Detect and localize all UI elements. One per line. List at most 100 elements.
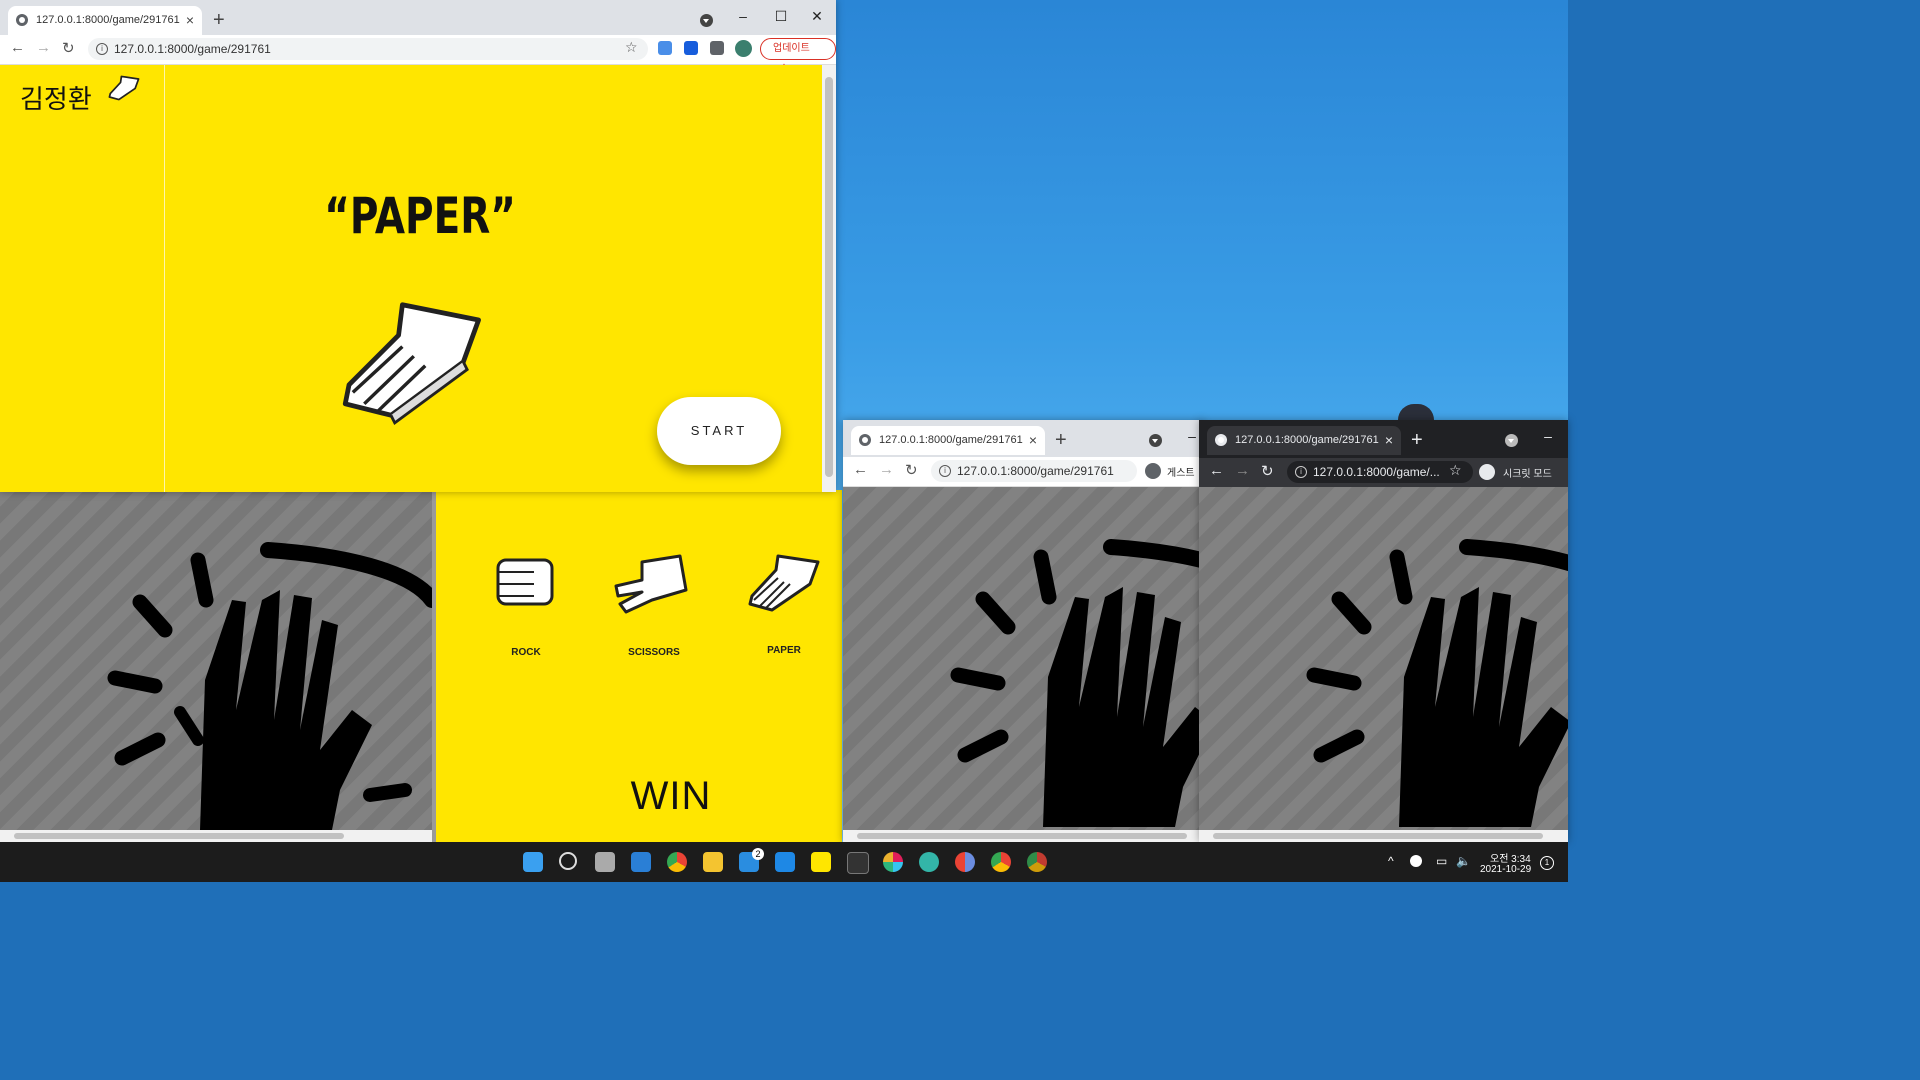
volume-icon[interactable]: 🔈	[1456, 854, 1471, 868]
browser-tab[interactable]: 127.0.0.1:8000/game/291761 ×	[8, 6, 202, 35]
task-view-icon[interactable]	[595, 852, 615, 872]
puzzle-extensions-icon[interactable]	[710, 41, 724, 55]
horizontal-scrollbar[interactable]	[1199, 830, 1568, 842]
forward-icon[interactable]: →	[36, 39, 51, 56]
mail-badge: 2	[752, 848, 764, 860]
bitwarden-extension-icon[interactable]	[684, 41, 698, 55]
guest-game-area	[843, 487, 1203, 842]
forward-icon[interactable]: →	[1235, 462, 1250, 479]
scissors-label: SCISSORS	[628, 647, 680, 658]
address-bar[interactable]: i 127.0.0.1:8000/game/291761	[931, 460, 1137, 482]
vertical-scrollbar[interactable]	[822, 65, 836, 492]
calendar-icon[interactable]	[775, 852, 795, 872]
profile-avatar-icon[interactable]	[735, 40, 752, 57]
translate-extension-icon[interactable]	[658, 41, 672, 55]
file-explorer-icon[interactable]	[703, 852, 723, 872]
start-windows-icon[interactable]	[523, 852, 543, 872]
browser-tab[interactable]: 127.0.0.1:8000/game/291761 ×	[1207, 426, 1401, 455]
tab-strip: 127.0.0.1:8000/game/291761 × + – ☐ ✕	[0, 0, 836, 35]
start-button[interactable]: START	[657, 397, 781, 465]
choices-window: ROCK SCISSORS PAPER WIN	[436, 490, 842, 842]
horizontal-scrollbar[interactable]	[843, 830, 1203, 842]
game-page: 김정환 “PAPER” START	[0, 65, 822, 492]
minimize-button[interactable]: –	[1529, 420, 1567, 455]
incognito-game-area	[1199, 487, 1568, 842]
bookmark-star-icon[interactable]: ☆	[625, 39, 638, 56]
clap-hand-illustration	[950, 539, 1203, 827]
search-icon[interactable]	[559, 852, 577, 870]
close-window-button[interactable]: ✕	[798, 0, 836, 35]
show-hidden-icons-icon[interactable]: ^	[1388, 854, 1394, 868]
site-info-icon[interactable]: i	[96, 43, 108, 55]
close-tab-icon[interactable]: ×	[1029, 426, 1037, 455]
browser-tab[interactable]: 127.0.0.1:8000/game/291761 ×	[851, 426, 1045, 455]
paper-label: PAPER	[767, 645, 801, 656]
network-icon[interactable]: ▭	[1436, 854, 1447, 868]
tab-search-icon[interactable]	[1149, 434, 1162, 447]
tab-title: 127.0.0.1:8000/game/291761	[36, 14, 180, 26]
scissors-option[interactable]: SCISSORS	[612, 550, 696, 660]
new-tab-button[interactable]: +	[1411, 426, 1423, 455]
address-bar[interactable]: i 127.0.0.1:8000/game/291761	[88, 38, 648, 60]
clap-hand-illustration	[1306, 539, 1568, 827]
paper-option[interactable]: PAPER	[742, 548, 826, 658]
notification-badge[interactable]: 1	[1540, 856, 1554, 870]
new-tab-button[interactable]: +	[1055, 426, 1067, 455]
tab-search-icon[interactable]	[700, 14, 713, 27]
reload-icon[interactable]: ↻	[62, 39, 75, 57]
scrollbar-thumb[interactable]	[14, 833, 344, 839]
maximize-button[interactable]: ☐	[762, 0, 800, 35]
address-bar[interactable]: i 127.0.0.1:8000/game/...	[1287, 461, 1473, 483]
scrollbar-thumb[interactable]	[857, 833, 1187, 839]
tab-search-icon[interactable]	[1505, 434, 1518, 447]
globe-icon	[1215, 434, 1227, 446]
rock-option[interactable]: ROCK	[488, 550, 564, 660]
url-text: 127.0.0.1:8000/game/...	[1313, 465, 1440, 479]
tab-title: 127.0.0.1:8000/game/291761	[879, 434, 1023, 446]
app-tray-icon[interactable]	[1410, 855, 1422, 867]
paper-hand-icon	[748, 554, 820, 612]
widgets-icon[interactable]	[631, 852, 651, 872]
chrome-icon[interactable]	[667, 852, 687, 872]
clock-date[interactable]: 2021-10-29	[1480, 864, 1531, 875]
scrollbar-thumb[interactable]	[1213, 833, 1543, 839]
site-info-icon[interactable]: i	[1295, 466, 1307, 478]
close-tab-icon[interactable]: ×	[186, 6, 194, 35]
horizontal-scrollbar[interactable]	[0, 830, 432, 842]
scrollbar-thumb[interactable]	[825, 77, 833, 477]
wallpaper-figure	[1398, 404, 1434, 420]
clap-hand-illustration	[107, 542, 432, 830]
back-icon[interactable]: ←	[1209, 462, 1224, 479]
chrome-dev-icon[interactable]	[955, 852, 975, 872]
back-icon[interactable]: ←	[853, 461, 868, 478]
tab-strip: 127.0.0.1:8000/game/291761 × + –	[843, 420, 1203, 457]
forward-icon[interactable]: →	[879, 461, 894, 478]
profile-avatar-icon[interactable]	[1145, 463, 1161, 479]
site-info-icon[interactable]: i	[939, 465, 951, 477]
update-button[interactable]: 업데이트 ⋮	[760, 38, 836, 74]
new-tab-button[interactable]: +	[213, 6, 225, 35]
reload-icon[interactable]: ↻	[905, 461, 918, 479]
clock-time[interactable]: 오전 3:34	[1490, 850, 1531, 865]
terminal-icon[interactable]	[847, 852, 869, 874]
browser-toolbar: ← → ↻ i 127.0.0.1:8000/game/291761 게스트	[843, 457, 1203, 487]
result-text: WIN	[630, 774, 712, 818]
reload-icon[interactable]: ↻	[1261, 462, 1274, 480]
close-tab-icon[interactable]: ×	[1385, 426, 1393, 455]
edge-icon[interactable]	[919, 852, 939, 872]
incognito-icon[interactable]	[1479, 464, 1495, 480]
minimize-button[interactable]: –	[724, 0, 762, 35]
rock-hand-icon	[496, 558, 554, 606]
chrome-icon[interactable]	[991, 852, 1011, 872]
back-icon[interactable]: ←	[10, 39, 25, 56]
player-sidebar: 김정환	[0, 65, 165, 492]
slack-icon[interactable]	[883, 852, 903, 872]
main-browser-window: 127.0.0.1:8000/game/291761 × + – ☐ ✕ ← →…	[0, 0, 836, 492]
profile-label[interactable]: 시크릿 모드	[1503, 465, 1552, 480]
kakaotalk-icon[interactable]	[811, 852, 831, 872]
url-text: 127.0.0.1:8000/game/291761	[957, 464, 1114, 478]
bookmark-star-icon[interactable]: ☆	[1449, 462, 1462, 479]
profile-label[interactable]: 게스트	[1167, 464, 1195, 479]
chrome-incognito-icon[interactable]	[1027, 852, 1047, 872]
globe-icon	[16, 14, 28, 26]
